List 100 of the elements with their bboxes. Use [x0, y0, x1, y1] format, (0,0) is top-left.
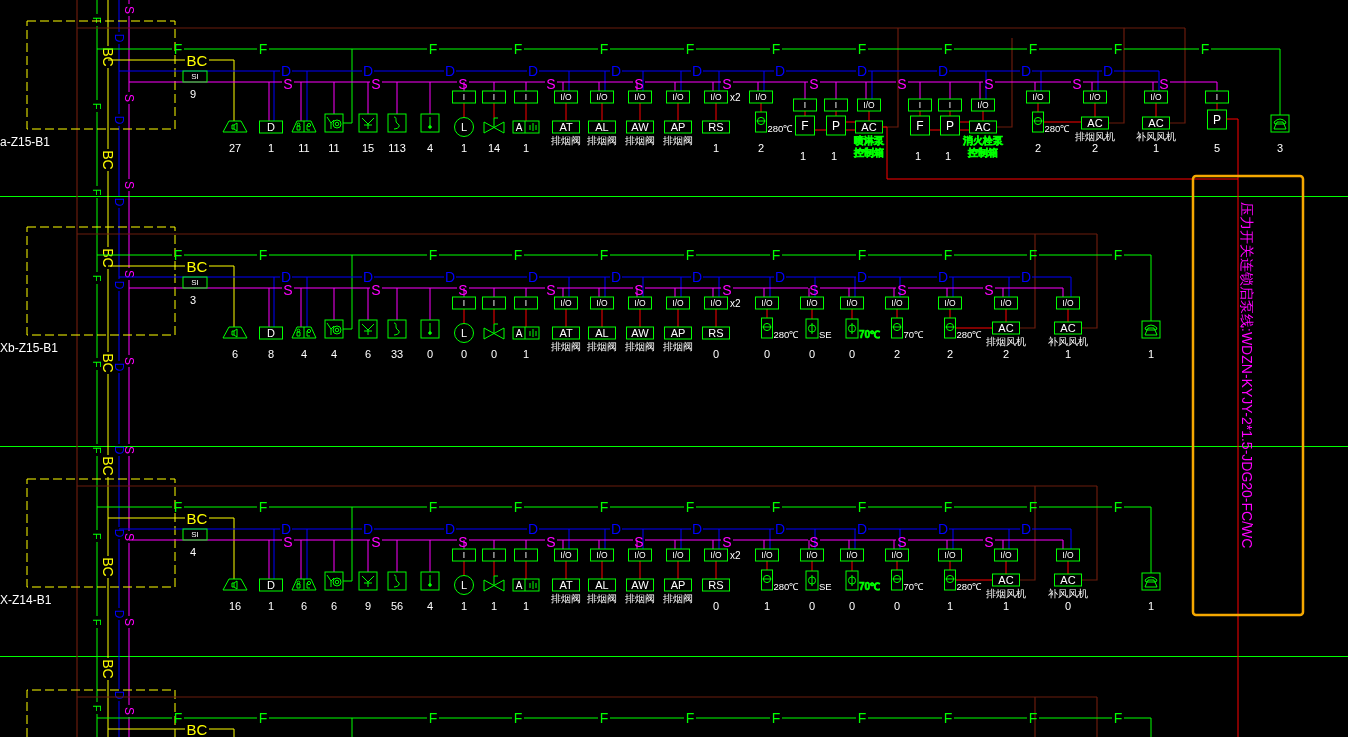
device-box: D: [259, 578, 283, 592]
count-label: 14: [487, 142, 501, 154]
link-wire: [565, 102, 567, 122]
bus-label: F: [1200, 41, 1210, 57]
riser-label: F: [91, 102, 103, 110]
device-note: 补风风机: [1048, 336, 1088, 347]
riser-label: D: [112, 690, 126, 700]
count-label: 4: [330, 348, 338, 360]
bus-label: D: [856, 521, 868, 537]
bus-label: S: [722, 282, 732, 298]
module-box: I/O: [755, 296, 779, 310]
module-box: I/O: [554, 296, 578, 310]
s-curve-icon: [387, 319, 407, 339]
riser-label: D: [112, 197, 126, 207]
link-wire: [715, 308, 717, 328]
bus-label: F: [513, 499, 523, 515]
bus-label: S: [809, 76, 819, 92]
count-label: 1: [712, 142, 720, 154]
riser-label: S: [122, 707, 136, 715]
riser-label: D: [112, 609, 126, 619]
link-wire: [919, 110, 921, 117]
module-box: I/O: [1056, 296, 1080, 310]
bus-label: D: [444, 269, 456, 285]
module-box: I: [452, 90, 476, 104]
bus-label: F: [685, 499, 695, 515]
link-wire: [525, 308, 527, 328]
module-box: I/O: [1026, 90, 1050, 104]
link-wire: [959, 129, 970, 131]
riser-label: BC: [100, 248, 116, 268]
module-box: I: [1205, 90, 1229, 104]
module-box: I/O: [840, 548, 864, 562]
device-box: F: [795, 115, 815, 136]
bus-label: D: [774, 521, 786, 537]
bus-label: D: [856, 269, 868, 285]
phi-icon: [805, 318, 819, 339]
link-wire: [949, 308, 951, 319]
link-wire: [845, 129, 856, 131]
count-label: 1: [522, 600, 530, 612]
device-box: RS: [702, 578, 730, 592]
module-box: I: [514, 296, 538, 310]
link-wire: [955, 579, 993, 581]
bus-label: S: [371, 282, 381, 298]
link-wire: [1037, 102, 1039, 113]
bus-label: BC: [186, 257, 208, 275]
bus-label: F: [599, 710, 609, 726]
device-box: P: [940, 115, 960, 136]
bus-label: D: [937, 521, 949, 537]
riser-label: F: [91, 446, 103, 454]
rating-label: 70℃: [859, 329, 881, 340]
link-wire: [1155, 102, 1157, 118]
module-box: I/O: [755, 548, 779, 562]
link-wire: [766, 560, 768, 571]
bus-label: F: [943, 41, 953, 57]
device-note: 排烟阀: [551, 593, 581, 604]
riser-label: S: [122, 181, 136, 189]
phi-icon: [845, 318, 859, 339]
device-box: AC: [992, 573, 1020, 587]
riser-label: S: [122, 357, 136, 365]
fork-cross-icon: [358, 319, 378, 339]
link-wire: [1216, 102, 1218, 111]
device-note: 排烟阀: [625, 341, 655, 352]
device-box: RS: [702, 120, 730, 134]
device-note: 排烟阀: [625, 593, 655, 604]
link-wire: [601, 560, 603, 580]
device-box: AC: [1054, 321, 1082, 335]
phi-icon: [805, 570, 819, 591]
device-box: D: [259, 326, 283, 340]
riser-label: S: [122, 618, 136, 626]
count-label: 0: [426, 348, 434, 360]
device-box: AC: [1081, 116, 1109, 130]
riser-label: D: [112, 33, 126, 43]
module-box: I/O: [554, 90, 578, 104]
dual-trapezoid-icon: [291, 578, 317, 591]
device-box: AW: [626, 120, 654, 134]
device-box: AC: [992, 321, 1020, 335]
bus-label: D: [774, 269, 786, 285]
module-box: I/O: [994, 548, 1018, 562]
module-box: I: [824, 98, 848, 112]
device-box: AL: [588, 326, 616, 340]
count-label: 2: [1002, 348, 1010, 360]
module-box: SI: [182, 70, 208, 83]
riser-label: S: [122, 270, 136, 278]
riser-label: D: [112, 115, 126, 125]
meter-box: A: [512, 120, 540, 134]
module-box: I: [482, 90, 506, 104]
bus-label: S: [546, 282, 556, 298]
count-label: 1: [914, 150, 922, 162]
count-label: 15: [361, 142, 375, 154]
device-box: F: [910, 115, 930, 136]
link-wire: [804, 110, 806, 117]
device-note: 排烟阀: [587, 341, 617, 352]
count-label: 6: [300, 600, 308, 612]
panel-label: a-Z15-B1: [0, 135, 51, 149]
device-note: 排烟阀: [663, 341, 693, 352]
bus-label: F: [685, 710, 695, 726]
link-wire: [565, 560, 567, 580]
bus-label: S: [546, 76, 556, 92]
bus-label: D: [280, 63, 292, 79]
meter-box: A: [512, 326, 540, 340]
bus-label: F: [771, 710, 781, 726]
